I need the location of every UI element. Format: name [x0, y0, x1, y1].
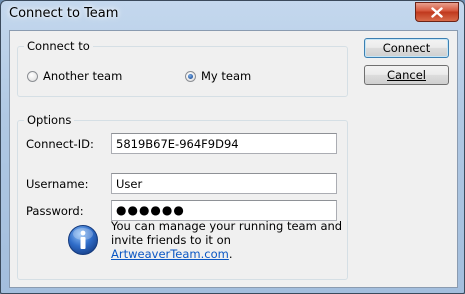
connect-to-group-title: Connect to — [24, 39, 93, 53]
radio-my-team-indicator[interactable] — [185, 70, 196, 82]
connect-id-field[interactable]: 5819B67E-964F9D94 — [111, 133, 337, 154]
connect-id-label: Connect-ID: — [26, 137, 94, 151]
connect-button-label: Connect — [382, 41, 431, 55]
radio-my-team-label[interactable]: My team — [201, 69, 251, 83]
info-line-1: You can manage your running team and — [111, 219, 343, 233]
cancel-button[interactable]: Cancel — [364, 65, 449, 85]
radio-another-team-label[interactable]: Another team — [43, 69, 122, 83]
connect-button[interactable]: Connect — [364, 38, 449, 58]
password-field[interactable]: ●●●●●● — [111, 200, 337, 221]
info-line-2-prefix: invite friends to it on — [111, 233, 231, 247]
artweaver-team-link[interactable]: ArtweaverTeam.com — [111, 247, 229, 261]
radio-my-team[interactable]: My team — [185, 69, 251, 83]
info-line-2-suffix: . — [228, 247, 233, 261]
close-icon — [431, 6, 443, 18]
password-label: Password: — [26, 204, 84, 218]
username-label: Username: — [26, 177, 89, 191]
radio-another-team-indicator[interactable] — [27, 70, 38, 82]
info-icon — [68, 225, 98, 255]
info-text: You can manage your running team and inv… — [111, 219, 351, 261]
title-bar[interactable]: Connect to Team — [1, 1, 464, 29]
info-line-2: invite friends to it on ArtweaverTeam.co… — [111, 233, 351, 261]
radio-another-team[interactable]: Another team — [27, 69, 122, 83]
options-group-title: Options — [24, 113, 75, 127]
dialog-body: Connect to Another team My team Options … — [9, 30, 458, 288]
window-title: Connect to Team — [9, 6, 119, 21]
close-button[interactable] — [415, 2, 459, 22]
connect-to-group: Connect to Another team My team — [17, 39, 348, 97]
username-field[interactable]: User — [111, 173, 337, 194]
cancel-button-label: Cancel — [387, 68, 426, 82]
dialog-window: Connect to Team Connect to Another team … — [0, 0, 465, 294]
